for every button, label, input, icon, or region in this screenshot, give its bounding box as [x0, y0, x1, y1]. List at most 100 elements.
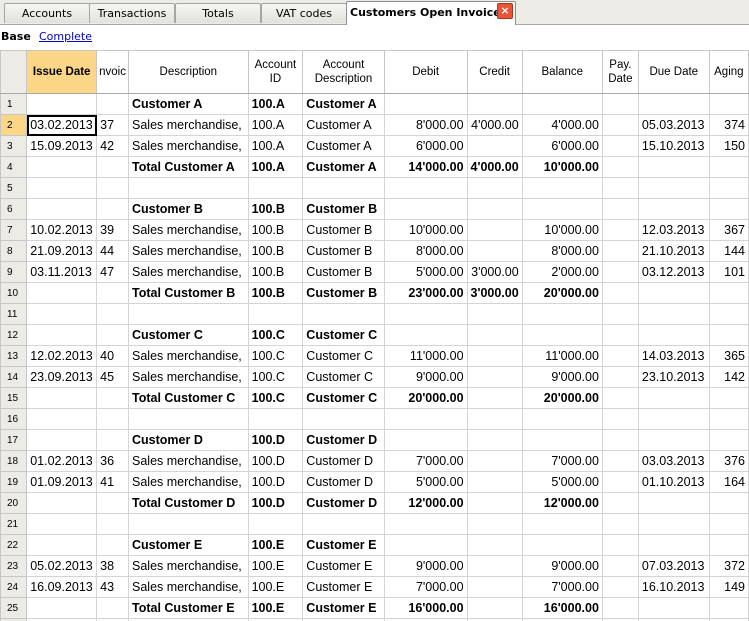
table-row[interactable]: 3 15.09.2013 42 Sales merchandise, 100.A Cust…	[0, 135, 749, 157]
column-header-pay-date[interactable]: Pay. Date	[601, 50, 639, 94]
cell-due-date[interactable]: 05.03.2013	[637, 114, 710, 136]
cell-description[interactable]: Total Customer B	[128, 282, 249, 304]
cell-credit[interactable]	[466, 534, 523, 556]
cell-account-id[interactable]: 100.A	[247, 135, 304, 157]
tab-accounts[interactable]: Accounts	[4, 3, 90, 23]
row-number[interactable]: 15	[0, 387, 28, 409]
cell-debit[interactable]	[383, 177, 468, 199]
cell-balance[interactable]: 4'000.00	[521, 114, 603, 136]
cell-pay-date[interactable]	[601, 156, 639, 178]
row-number[interactable]: 3	[0, 135, 28, 157]
cell-debit[interactable]: 6'000.00	[383, 135, 468, 157]
cell-pay-date[interactable]	[601, 93, 639, 115]
cell-balance[interactable]	[521, 198, 603, 220]
cell-invoice[interactable]	[96, 534, 129, 556]
cell-description[interactable]: Total Customer A	[128, 156, 249, 178]
cell-due-date[interactable]	[637, 534, 710, 556]
cell-pay-date[interactable]	[601, 345, 639, 367]
cell-debit[interactable]: 8'000.00	[383, 240, 468, 262]
cell-credit[interactable]	[466, 555, 523, 577]
cell-debit[interactable]: 20'000.00	[383, 387, 468, 409]
cell-balance[interactable]: 9'000.00	[521, 366, 603, 388]
cell-account-description[interactable]: Customer D	[302, 492, 385, 514]
table-row[interactable]: 9 03.11.2013 47 Sales merchandise, 100.B Cust…	[0, 261, 749, 283]
cell-pay-date[interactable]	[601, 324, 639, 346]
cell-pay-date[interactable]	[601, 387, 639, 409]
cell-due-date[interactable]: 07.03.2013	[637, 555, 710, 577]
cell-invoice[interactable]: 40	[96, 345, 129, 367]
tab-customers-open-invoices[interactable]: Customers Open Invoices	[346, 1, 516, 25]
cell-balance[interactable]: 7'000.00	[521, 576, 603, 598]
cell-balance[interactable]: 9'000.00	[521, 555, 603, 577]
cell-credit[interactable]	[466, 387, 523, 409]
cell-invoice[interactable]: 47	[96, 261, 129, 283]
cell-balance[interactable]: 7'000.00	[521, 450, 603, 472]
cell-account-id[interactable]: 100.C	[247, 345, 304, 367]
cell-aging[interactable]: 164	[708, 471, 749, 493]
cell-balance[interactable]: 20'000.00	[521, 282, 603, 304]
cell-description[interactable]: Customer A	[128, 93, 249, 115]
cell-pay-date[interactable]	[601, 135, 639, 157]
cell-issue-date[interactable]: 03.11.2013	[26, 261, 98, 283]
row-number[interactable]: 21	[0, 513, 28, 535]
column-header-debit[interactable]: Debit	[383, 50, 468, 94]
cell-invoice[interactable]	[96, 303, 129, 325]
cell-pay-date[interactable]	[601, 240, 639, 262]
cell-account-description[interactable]: Customer B	[302, 219, 385, 241]
table-row[interactable]: 7 10.02.2013 39 Sales merchandise, 100.B Cust…	[0, 219, 749, 241]
cell-description[interactable]: Customer B	[128, 198, 249, 220]
cell-balance[interactable]	[521, 93, 603, 115]
cell-description[interactable]: Total Customer D	[128, 492, 249, 514]
column-header-account-id[interactable]: Account ID	[247, 50, 304, 94]
cell-balance[interactable]: 5'000.00	[521, 471, 603, 493]
cell-account-description[interactable]: Customer C	[302, 345, 385, 367]
row-number[interactable]: 5	[0, 177, 28, 199]
cell-description[interactable]: Sales merchandise,	[128, 366, 249, 388]
cell-issue-date[interactable]: 15.09.2013	[26, 135, 98, 157]
cell-due-date[interactable]	[637, 198, 710, 220]
row-number[interactable]: 2	[0, 114, 28, 136]
column-header-account-description[interactable]: Account Description	[302, 50, 385, 94]
cell-description[interactable]: Sales merchandise,	[128, 219, 249, 241]
cell-balance[interactable]: 6'000.00	[521, 135, 603, 157]
cell-aging[interactable]: 374	[708, 114, 749, 136]
cell-invoice[interactable]	[96, 387, 129, 409]
cell-account-description[interactable]: Customer C	[302, 387, 385, 409]
cell-due-date[interactable]: 16.10.2013	[637, 576, 710, 598]
cell-invoice[interactable]: 38	[96, 555, 129, 577]
row-number[interactable]: 16	[0, 408, 28, 430]
table-row[interactable]: 2 03.02.2013 37 Sales merchandise, 100.A Cust…	[0, 114, 749, 136]
cell-description[interactable]: Sales merchandise,	[128, 135, 249, 157]
cell-due-date[interactable]	[637, 93, 710, 115]
row-number[interactable]: 8	[0, 240, 28, 262]
tab-vat-codes[interactable]: VAT codes	[261, 3, 347, 23]
table-row[interactable]: 22 Customer E 100.E Customer E	[0, 534, 749, 556]
cell-balance[interactable]: 2'000.00	[521, 261, 603, 283]
cell-account-id[interactable]: 100.D	[247, 429, 304, 451]
cell-due-date[interactable]: 12.03.2013	[637, 219, 710, 241]
cell-invoice[interactable]: 42	[96, 135, 129, 157]
cell-invoice[interactable]: 43	[96, 576, 129, 598]
cell-aging[interactable]	[708, 198, 749, 220]
cell-account-id[interactable]: 100.E	[247, 597, 304, 619]
cell-balance[interactable]	[521, 513, 603, 535]
cell-description[interactable]: Total Customer C	[128, 387, 249, 409]
cell-pay-date[interactable]	[601, 597, 639, 619]
row-number[interactable]: 7	[0, 219, 28, 241]
cell-credit[interactable]	[466, 324, 523, 346]
column-header-invoice[interactable]: nvoic	[96, 50, 129, 94]
table-row[interactable]: 15 Total Customer C 100.C Customer C 20'000.…	[0, 387, 749, 409]
cell-description[interactable]: Customer D	[128, 429, 249, 451]
cell-pay-date[interactable]	[601, 429, 639, 451]
cell-description[interactable]	[128, 513, 249, 535]
view-base[interactable]: Base	[1, 30, 31, 43]
cell-account-description[interactable]: Customer A	[302, 135, 385, 157]
cell-account-description[interactable]: Customer A	[302, 156, 385, 178]
cell-credit[interactable]	[466, 492, 523, 514]
column-header-credit[interactable]: Credit	[466, 50, 523, 94]
row-number[interactable]: 4	[0, 156, 28, 178]
cell-invoice[interactable]: 36	[96, 450, 129, 472]
table-row[interactable]: 16	[0, 408, 749, 430]
cell-debit[interactable]: 16'000.00	[383, 597, 468, 619]
cell-account-id[interactable]	[247, 303, 304, 325]
